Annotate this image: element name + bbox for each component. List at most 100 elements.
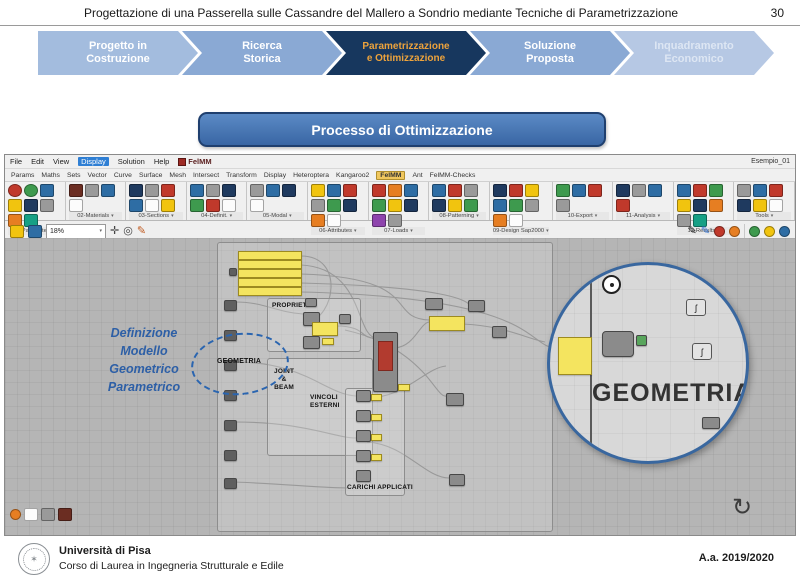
panel-node[interactable] <box>429 316 465 331</box>
toolbar-group-label[interactable]: 08-Patterning▾ <box>432 212 486 220</box>
toolbar-icon[interactable] <box>190 184 204 197</box>
toolbar-icon[interactable] <box>8 184 22 197</box>
toolbar-icon[interactable] <box>343 199 357 212</box>
tab-felmm-checks[interactable]: FelMM-Checks <box>430 172 476 179</box>
toolbar-group-label[interactable]: 10-Export▾ <box>556 212 610 220</box>
tab-kangaroo2[interactable]: Kangaroo2 <box>336 172 369 179</box>
toolbar-icon[interactable] <box>372 199 386 212</box>
slider-node[interactable] <box>224 450 237 461</box>
toolbar-icon[interactable] <box>161 184 175 197</box>
toolbar-icon[interactable] <box>250 184 264 197</box>
menu-view[interactable]: View <box>53 157 69 166</box>
toolbar-icon[interactable] <box>769 199 783 212</box>
mini-tag-node[interactable] <box>371 414 382 421</box>
slider-node[interactable] <box>224 420 237 431</box>
menu-help[interactable]: Help <box>154 157 169 166</box>
toolbar-icon[interactable] <box>266 184 280 197</box>
toolbar-icon[interactable] <box>40 199 54 212</box>
mini-tag-node[interactable] <box>371 394 382 401</box>
paintbrush-icon[interactable]: ✎ <box>137 226 146 237</box>
toolbar-icon[interactable] <box>693 184 707 197</box>
toolbar-group-label[interactable]: 05-Modal▾ <box>250 212 304 220</box>
load-node[interactable] <box>356 430 371 442</box>
red-display-mode-icon[interactable] <box>714 226 725 237</box>
toolbar-group-label[interactable]: 07-Loads▾ <box>372 227 426 235</box>
toolbar-icon[interactable] <box>448 199 462 212</box>
toolbar-icon[interactable] <box>206 184 220 197</box>
component-node[interactable] <box>446 393 464 406</box>
slider-node[interactable] <box>224 478 237 489</box>
toolbar-icon[interactable] <box>493 214 507 227</box>
toolbar-icon[interactable] <box>145 184 159 197</box>
toolbar-icon[interactable] <box>388 214 402 227</box>
toolbar-icon[interactable] <box>556 184 570 197</box>
toolbar-group-label[interactable]: 03-Sections▾ <box>129 212 183 220</box>
toolbar-icon[interactable] <box>24 199 38 212</box>
component-node[interactable] <box>303 336 320 349</box>
toolbar-icon[interactable] <box>769 184 783 197</box>
toolbar-icon[interactable] <box>616 184 630 197</box>
input-panel-node[interactable] <box>238 260 302 269</box>
load-node[interactable] <box>356 450 371 462</box>
toolbar-icon[interactable] <box>311 199 325 212</box>
toolbar-icon[interactable] <box>525 184 539 197</box>
rotate-view-widget[interactable]: ↻ <box>727 492 757 522</box>
preview-eye-icon[interactable]: ◎ <box>123 226 133 237</box>
mini-tag-node[interactable] <box>398 384 410 391</box>
mini-tag-node[interactable] <box>371 454 382 461</box>
toolbar-icon[interactable] <box>343 184 357 197</box>
menu-edit[interactable]: Edit <box>31 157 44 166</box>
toolbar-icon[interactable] <box>282 184 296 197</box>
toolbar-icon[interactable] <box>509 214 523 227</box>
tab-intersect[interactable]: Intersect <box>193 172 219 179</box>
toolbar-icon[interactable] <box>737 184 751 197</box>
toolbar-icon[interactable] <box>40 184 54 197</box>
toolbar-icon[interactable] <box>432 184 446 197</box>
open-file-icon[interactable] <box>10 225 24 238</box>
tab-transform[interactable]: Transform <box>226 172 257 179</box>
mini-tag-node[interactable] <box>371 434 382 441</box>
toolbar-icon[interactable] <box>525 199 539 212</box>
toolbar-icon[interactable] <box>509 184 523 197</box>
toolbar-icon[interactable] <box>250 199 264 212</box>
save-file-icon[interactable] <box>28 225 42 238</box>
toolbar-group-label[interactable]: 04-Definit.▾ <box>190 212 244 220</box>
toolbar-icon[interactable] <box>129 199 143 212</box>
component-node[interactable] <box>339 314 351 324</box>
toolbar-icon[interactable] <box>327 199 341 212</box>
slider-node[interactable] <box>224 300 237 311</box>
mini-tag-node[interactable] <box>322 338 334 345</box>
toolbar-group-label[interactable]: 09-Design Sap2000▾ <box>493 227 549 235</box>
toolbar-icon[interactable] <box>404 199 418 212</box>
toolbar-icon[interactable] <box>464 199 478 212</box>
tab-maths[interactable]: Maths <box>41 172 60 179</box>
toolbar-icon[interactable] <box>161 199 175 212</box>
component-node[interactable] <box>449 474 465 486</box>
toolbar-icon[interactable] <box>464 184 478 197</box>
orange-display-mode-icon[interactable] <box>729 226 740 237</box>
load-node[interactable] <box>356 470 371 482</box>
tab-felmm[interactable]: FelMM <box>376 171 405 180</box>
toolbar-icon[interactable] <box>753 199 767 212</box>
toolbar-icon[interactable] <box>190 199 204 212</box>
blue-display-mode-icon[interactable] <box>779 226 790 237</box>
input-panel-node[interactable] <box>238 278 302 287</box>
toolbar-icon[interactable] <box>388 199 402 212</box>
error-component-node[interactable] <box>373 332 398 392</box>
toolbar-icon[interactable] <box>693 199 707 212</box>
input-panel-node[interactable] <box>238 269 302 278</box>
tab-curve[interactable]: Curve <box>114 172 132 179</box>
input-panel-node[interactable] <box>238 287 302 296</box>
marker-icon[interactable] <box>10 509 21 520</box>
toolbar-icon[interactable] <box>753 184 767 197</box>
toolbar-group-label[interactable]: 02-Materials▾ <box>69 212 123 220</box>
toolbar-icon[interactable] <box>206 199 220 212</box>
toolbar-icon[interactable] <box>372 184 386 197</box>
widget-icon[interactable] <box>41 508 55 521</box>
load-node[interactable] <box>356 390 371 402</box>
toolbar-icon[interactable] <box>311 184 325 197</box>
tab-params[interactable]: Params <box>11 172 34 179</box>
toolbar-icon[interactable] <box>572 184 586 197</box>
toolbar-icon[interactable] <box>8 199 22 212</box>
toolbar-icon[interactable] <box>85 184 99 197</box>
